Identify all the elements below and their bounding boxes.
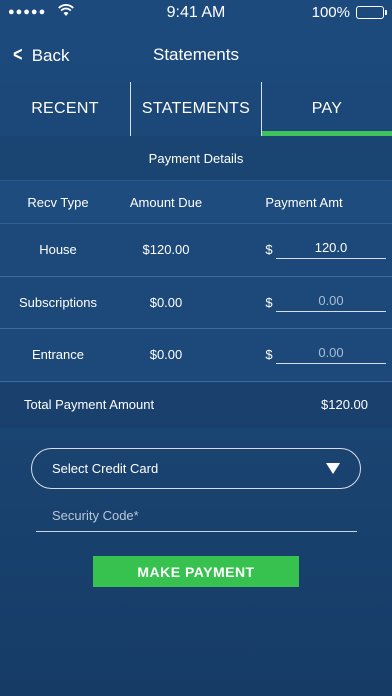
recv-type-cell: Entrance <box>31 347 85 363</box>
payment-amt-cell: $ 120.0 <box>216 240 392 260</box>
payment-amt-cell: $ 0.00 <box>216 345 392 365</box>
battery-icon <box>356 6 387 19</box>
header-amount-due: Amount Due <box>129 194 203 210</box>
header-payment-amt: Payment Amt <box>265 194 343 210</box>
navigation-bar: < Back Statements <box>0 26 392 82</box>
amount-due-cell: $0.00 <box>149 347 183 363</box>
select-credit-card-dropdown[interactable]: Select Credit Card <box>31 448 361 489</box>
payment-amount-input[interactable]: 0.00 <box>276 345 386 365</box>
tab-recent-label: RECENT <box>31 100 99 117</box>
recv-type-cell: House <box>39 242 77 258</box>
table-header: Recv Type Amount Due Payment Amt <box>0 180 392 224</box>
make-payment-button[interactable]: MAKE PAYMENT <box>93 556 299 587</box>
currency-symbol: $ <box>265 294 273 310</box>
recv-type-cell: Subscriptions <box>18 294 98 310</box>
payment-amount-input[interactable]: 120.0 <box>276 240 386 260</box>
currency-symbol: $ <box>265 347 273 363</box>
total-row: Total Payment Amount $120.00 <box>0 381 392 428</box>
tab-pay-label: PAY <box>311 100 343 117</box>
tab-statements-label: STATEMENTS <box>141 100 251 117</box>
amount-due-cell: $120.00 <box>142 242 190 258</box>
page-title: Statements <box>153 45 239 64</box>
table-row: Subscriptions $0.00 $ 0.00 <box>0 276 392 329</box>
tab-bar: RECENT STATEMENTS PAY <box>0 82 392 136</box>
triangle-down-icon <box>326 463 340 474</box>
tab-statements[interactable]: STATEMENTS <box>130 82 261 136</box>
status-bar: ●●●●● 9:41 AM 100% <box>0 0 392 26</box>
tab-recent[interactable]: RECENT <box>0 82 130 136</box>
amount-due-cell: $0.00 <box>149 294 183 310</box>
security-code-input[interactable]: Security Code* <box>36 508 357 532</box>
section-title: Payment Details <box>0 136 392 180</box>
total-value: $120.00 <box>321 397 368 412</box>
payment-amt-cell: $ 0.00 <box>216 293 392 312</box>
battery-percentage: 100% <box>311 4 350 21</box>
payment-amount-input[interactable]: 0.00 <box>276 293 386 312</box>
header-recv-type: Recv Type <box>27 194 89 210</box>
table-row: Entrance $0.00 $ 0.00 <box>0 329 392 382</box>
select-credit-card-label: Select Credit Card <box>52 461 159 476</box>
total-label: Total Payment Amount <box>24 397 155 412</box>
currency-symbol: $ <box>265 242 273 258</box>
table-row: House $120.00 $ 120.0 <box>0 224 392 277</box>
tab-pay[interactable]: PAY <box>261 82 392 136</box>
